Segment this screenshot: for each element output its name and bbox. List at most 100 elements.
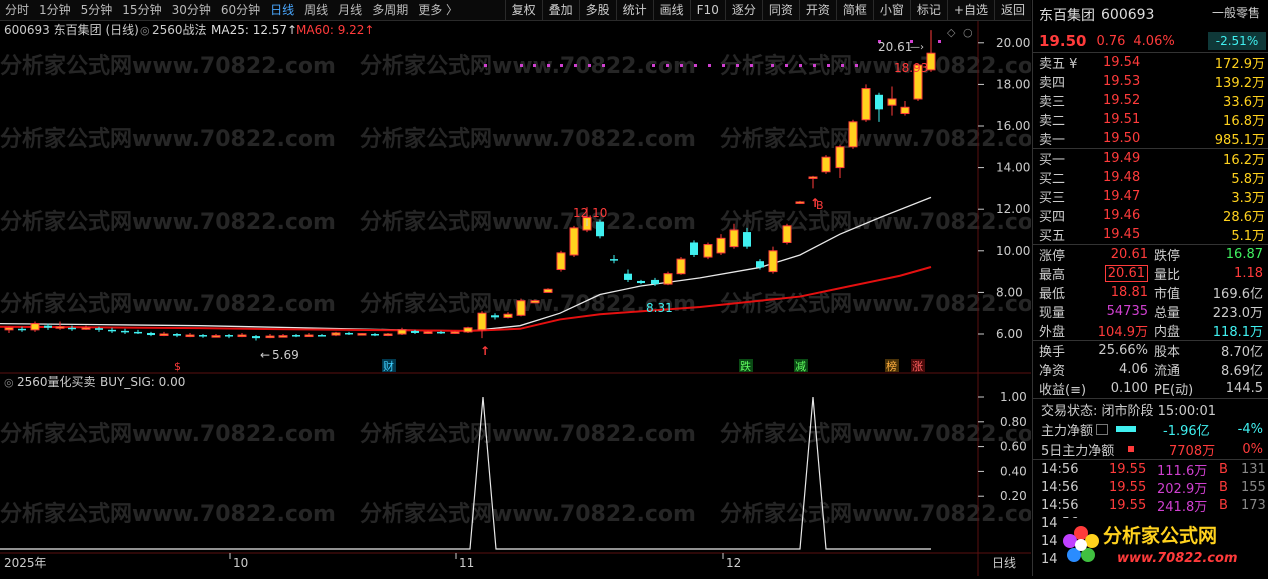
- bid-row[interactable]: 买二 19.48 5.8万: [1033, 168, 1268, 187]
- period-tab-5[interactable]: 60分钟: [216, 0, 265, 20]
- y2-tick-3: 0.40: [1000, 464, 1027, 478]
- stat-cell: 收益(≡) 0.100: [1039, 379, 1154, 398]
- tick-n: 155: [1241, 479, 1266, 495]
- bid-volume: 3.3万: [1231, 191, 1265, 206]
- toolbar-action-0[interactable]: 复权: [504, 0, 542, 20]
- stat-label: 净资: [1039, 364, 1066, 379]
- period-label: 日线: [992, 556, 1016, 570]
- stat-cell: 净资 4.06: [1039, 360, 1154, 379]
- stat-value: 18.81: [1110, 285, 1148, 300]
- y2-tick-2: 0.60: [1000, 440, 1027, 454]
- period-tab-7[interactable]: 周线: [299, 0, 333, 20]
- candle-body: [185, 334, 195, 338]
- period-tab-10[interactable]: 更多 〉: [413, 0, 463, 20]
- toolbar-action-11[interactable]: 标记: [909, 0, 947, 20]
- kline-chart[interactable]: 分析家公式网www.70822.com 分析家公式网www.70822.com 分析…: [0, 21, 1056, 576]
- toolbar-action-12[interactable]: +自选: [946, 0, 994, 20]
- candle-body: [543, 288, 553, 293]
- period-tab-4[interactable]: 30分钟: [167, 0, 216, 20]
- bid-price: 19.47: [1103, 189, 1141, 204]
- bid-label: 买四: [1039, 210, 1066, 225]
- ask-row[interactable]: 卖三 19.52 33.6万: [1033, 91, 1268, 110]
- event-tag-reduce[interactable]: 减: [795, 360, 806, 373]
- signal-dot: [588, 64, 591, 67]
- stat-label: 换手: [1039, 345, 1066, 360]
- stat-value: 169.6亿: [1212, 287, 1263, 302]
- bid-label: 买一: [1039, 153, 1066, 168]
- bid-row[interactable]: 买一 19.49 16.2万: [1033, 149, 1268, 168]
- candle-body: [134, 331, 142, 334]
- bid-row[interactable]: 买四 19.46 28.6万: [1033, 206, 1268, 225]
- candle-body: [331, 332, 341, 336]
- indicator-title[interactable]: 2560量化买卖: [17, 375, 96, 389]
- event-tag-finance[interactable]: 财: [383, 359, 394, 373]
- tick-n: 173: [1241, 497, 1266, 513]
- flow5-bar-icon: [1128, 446, 1135, 452]
- tick-side: B: [1219, 479, 1228, 495]
- y2-tick-4: 0.20: [1000, 489, 1027, 503]
- toolbar-action-8[interactable]: 开资: [798, 0, 836, 20]
- event-tag-fall[interactable]: 跌: [740, 359, 751, 373]
- buy-signal-B: B: [816, 199, 824, 212]
- tick-price: 19.55: [1109, 479, 1147, 495]
- toolbar-action-10[interactable]: 小窗: [872, 0, 910, 20]
- tick-price: 19.55: [1109, 461, 1147, 477]
- candle-body: [292, 335, 300, 337]
- event-tag-rise[interactable]: 涨: [912, 360, 923, 373]
- tick-time: 14:56: [1041, 479, 1079, 495]
- ask-row[interactable]: 卖二 19.51 16.8万: [1033, 110, 1268, 129]
- toolbar-action-1[interactable]: 叠加: [541, 0, 579, 20]
- ask-volume: 985.1万: [1214, 133, 1265, 148]
- toolbar-action-3[interactable]: 统计: [615, 0, 653, 20]
- bid-volume: 5.1万: [1231, 229, 1265, 244]
- main-flow-value: -1.96亿: [1163, 423, 1210, 439]
- bid-volume: 28.6万: [1223, 210, 1265, 225]
- stat-label: 跌停: [1154, 249, 1181, 264]
- period-tab-9[interactable]: 多周期: [367, 0, 413, 20]
- industry-tag[interactable]: 一般零售: [1205, 4, 1267, 21]
- period-tab-8[interactable]: 月线: [333, 0, 367, 20]
- signal-dot: [652, 64, 655, 67]
- period-tab-0[interactable]: 分时: [0, 0, 34, 20]
- signal-dot: [560, 64, 563, 67]
- period-tab-3[interactable]: 15分钟: [117, 0, 166, 20]
- indicator-settings-icon[interactable]: ◎: [4, 376, 14, 389]
- flow5-label: 5日主力净额: [1041, 443, 1115, 459]
- bid-volume: 16.2万: [1223, 153, 1265, 168]
- toolbar-action-4[interactable]: 画线: [652, 0, 690, 20]
- stat-cell: 换手 25.66%: [1039, 341, 1154, 360]
- circle-icon[interactable]: ○: [963, 26, 973, 39]
- event-tag-dollar[interactable]: $: [174, 360, 181, 373]
- index-change-badge[interactable]: -2.51%: [1208, 32, 1266, 50]
- toolbar-action-13[interactable]: 返回: [993, 0, 1031, 20]
- event-tag-rank[interactable]: 榜: [886, 359, 897, 373]
- x-label-dec: 12: [726, 556, 741, 570]
- toolbar-action-7[interactable]: 同资: [761, 0, 799, 20]
- stat-value: 4.06: [1119, 362, 1148, 377]
- candle-body: [397, 329, 407, 335]
- watermark-text: 分析家公式网www.70822.com: [360, 421, 696, 447]
- ask-row[interactable]: 卖五 ¥ 19.54 172.9万: [1033, 53, 1268, 72]
- ask-row[interactable]: 卖一 19.50 985.1万: [1033, 129, 1268, 148]
- ask-row[interactable]: 卖四 19.53 139.2万: [1033, 72, 1268, 91]
- toolbar-action-5[interactable]: F10: [689, 0, 725, 20]
- toolbar-action-2[interactable]: 多股: [578, 0, 616, 20]
- period-tab-2[interactable]: 5分钟: [76, 0, 118, 20]
- chart-area[interactable]: 分析家公式网www.70822.com 分析家公式网www.70822.com 分析…: [0, 21, 1056, 576]
- toolbar-action-9[interactable]: 简框: [835, 0, 873, 20]
- stat-value: 20.61: [1110, 247, 1148, 262]
- x-label-nov: 11: [459, 556, 474, 570]
- bid-row[interactable]: 买三 19.47 3.3万: [1033, 187, 1268, 206]
- period-tab-1[interactable]: 1分钟: [34, 0, 76, 20]
- list-icon[interactable]: [1096, 423, 1109, 435]
- diamond-icon[interactable]: ◇: [947, 26, 956, 39]
- tick-vol: 241.8万: [1157, 499, 1208, 515]
- stat-cell: 最高 20.61: [1039, 264, 1154, 283]
- strategy-name[interactable]: 2560战法: [152, 23, 207, 37]
- toolbar-action-6[interactable]: 逐分: [724, 0, 762, 20]
- bid-row[interactable]: 买五 19.45 5.1万: [1033, 225, 1268, 244]
- candle-body: [345, 332, 353, 335]
- price-bar: 19.50 0.76 4.06% -2.51%: [1033, 30, 1268, 52]
- period-tab-6[interactable]: 日线: [265, 0, 299, 20]
- settings-icon[interactable]: ◎: [140, 24, 150, 37]
